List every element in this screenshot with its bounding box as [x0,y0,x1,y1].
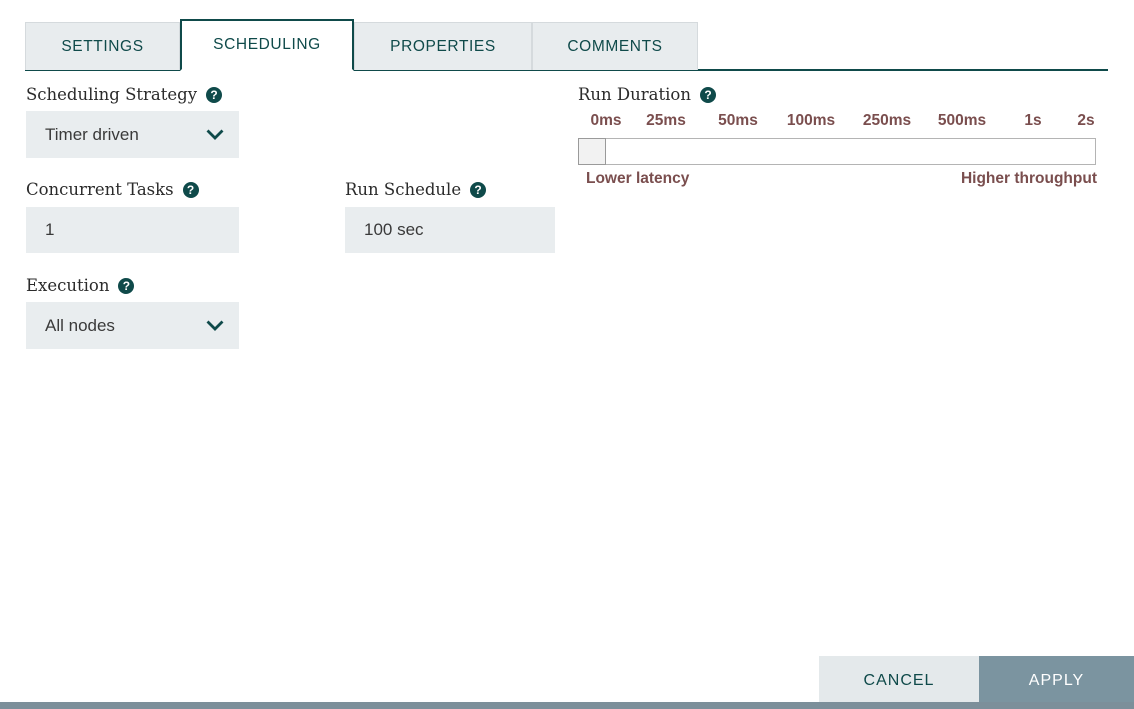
concurrent-tasks-value: 1 [45,220,55,239]
slider-higher-throughput-label: Higher throughput [960,170,1097,187]
run-schedule-label: Run Schedule? [345,180,487,199]
slider-tick-1s[interactable]: 1s [1024,112,1041,130]
execution-label: Execution? [26,276,135,295]
help-icon[interactable]: ? [699,86,716,103]
slider-tick-50ms[interactable]: 50ms [718,112,758,130]
help-icon[interactable]: ? [470,181,487,198]
tab-properties[interactable]: PROPERTIES [354,22,532,70]
help-icon[interactable]: ? [118,277,135,294]
slider-tick-500ms[interactable]: 500ms [938,112,986,130]
tab-comments[interactable]: COMMENTS [532,22,698,70]
tab-bar: SETTINGS SCHEDULING PROPERTIES COMMENTS [0,0,1134,71]
scheduling-strategy-label-text: Scheduling Strategy [26,85,198,104]
slider-tick-250ms[interactable]: 250ms [863,112,911,130]
concurrent-tasks-label: Concurrent Tasks? [26,180,199,199]
chevron-down-icon [206,320,224,331]
scheduling-strategy-label: Scheduling Strategy? [26,85,223,104]
cancel-button[interactable]: CANCEL [819,656,979,705]
execution-label-text: Execution [26,276,110,295]
footer-bar [0,702,1134,709]
run-duration-tick-labels: 0ms 25ms 50ms 100ms 250ms 500ms 1s 2s [0,112,1134,134]
slider-tick-25ms[interactable]: 25ms [646,112,686,130]
help-icon[interactable]: ? [182,181,199,198]
concurrent-tasks-input[interactable]: 1 [26,207,239,253]
execution-value: All nodes [45,315,115,335]
slider-tick-100ms[interactable]: 100ms [787,112,835,130]
run-schedule-input[interactable]: 100 sec [345,207,555,253]
run-schedule-label-text: Run Schedule [345,180,462,199]
tab-scheduling[interactable]: SCHEDULING [180,19,354,71]
slider-tick-2s[interactable]: 2s [1077,112,1094,130]
execution-select[interactable]: All nodes [26,302,239,349]
concurrent-tasks-label-text: Concurrent Tasks [26,180,174,199]
apply-button[interactable]: APPLY [979,656,1134,705]
help-icon[interactable]: ? [206,86,223,103]
slider-tick-0ms[interactable]: 0ms [590,112,621,130]
run-duration-label-text: Run Duration [578,85,691,104]
run-duration-slider-track[interactable] [578,138,1096,165]
slider-lower-latency-label: Lower latency [586,170,690,187]
tab-settings[interactable]: SETTINGS [25,22,180,70]
run-duration-label: Run Duration ? [578,85,716,104]
run-duration-slider-handle[interactable] [578,138,606,165]
run-schedule-value: 100 sec [364,220,424,239]
